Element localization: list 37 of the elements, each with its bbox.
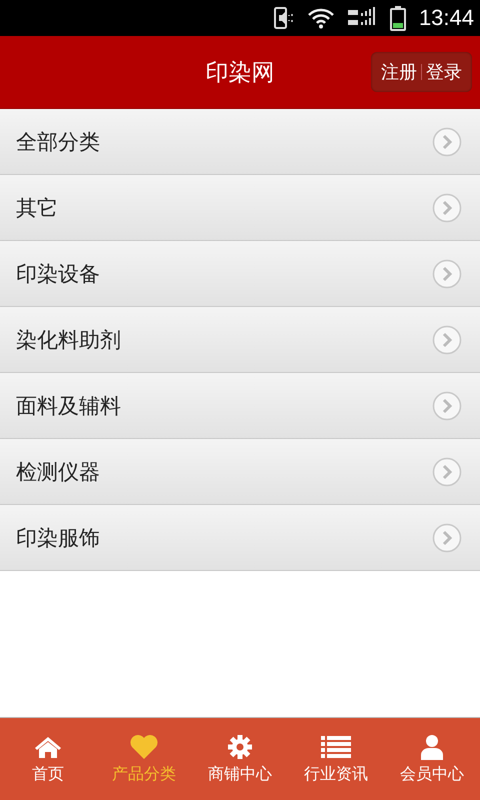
chevron-icon xyxy=(432,126,462,156)
category-label: 印染设备 xyxy=(16,260,100,288)
chevron-icon xyxy=(432,522,462,552)
heart-icon xyxy=(129,734,159,760)
category-label: 染化料助剂 xyxy=(16,326,121,354)
app-title: 印染网 xyxy=(206,58,274,88)
category-label: 检测仪器 xyxy=(16,458,100,486)
category-label: 面料及辅料 xyxy=(16,392,121,420)
category-row[interactable]: 面料及辅料 xyxy=(0,373,480,439)
tab-item[interactable]: 会员中心 xyxy=(384,718,480,800)
chevron-icon xyxy=(432,324,462,354)
category-label: 印染服饰 xyxy=(16,524,100,552)
person-icon xyxy=(420,734,444,760)
category-row[interactable]: 检测仪器 xyxy=(0,439,480,505)
settings-icon xyxy=(227,734,253,760)
list-icon xyxy=(321,734,351,758)
wifi-icon xyxy=(306,7,335,29)
chevron-icon xyxy=(432,390,462,420)
tab-item[interactable]: 行业资讯 xyxy=(288,718,384,800)
auth-link[interactable]: 注册 xyxy=(377,60,421,84)
chevron-icon xyxy=(432,192,462,222)
category-row[interactable]: 染化料助剂 xyxy=(0,307,480,373)
category-row[interactable]: 印染设备 xyxy=(0,241,480,307)
chevron-icon xyxy=(432,258,462,288)
auth-link[interactable]: 登录 xyxy=(422,60,466,84)
status-time: 13:44 xyxy=(418,5,474,31)
category-row[interactable]: 其它 xyxy=(0,175,480,241)
home-icon xyxy=(34,734,62,758)
vibrate-icon xyxy=(272,6,295,30)
battery-icon xyxy=(388,5,407,31)
category-row[interactable]: 印染服饰 xyxy=(0,505,480,571)
category-row[interactable]: 全部分类 xyxy=(0,109,480,175)
tab-item[interactable]: 商铺中心 xyxy=(192,718,288,800)
tab-item[interactable]: 首页 xyxy=(0,718,96,800)
chevron-icon xyxy=(432,456,462,486)
category-label: 全部分类 xyxy=(16,128,100,156)
category-label: 其它 xyxy=(16,194,58,222)
